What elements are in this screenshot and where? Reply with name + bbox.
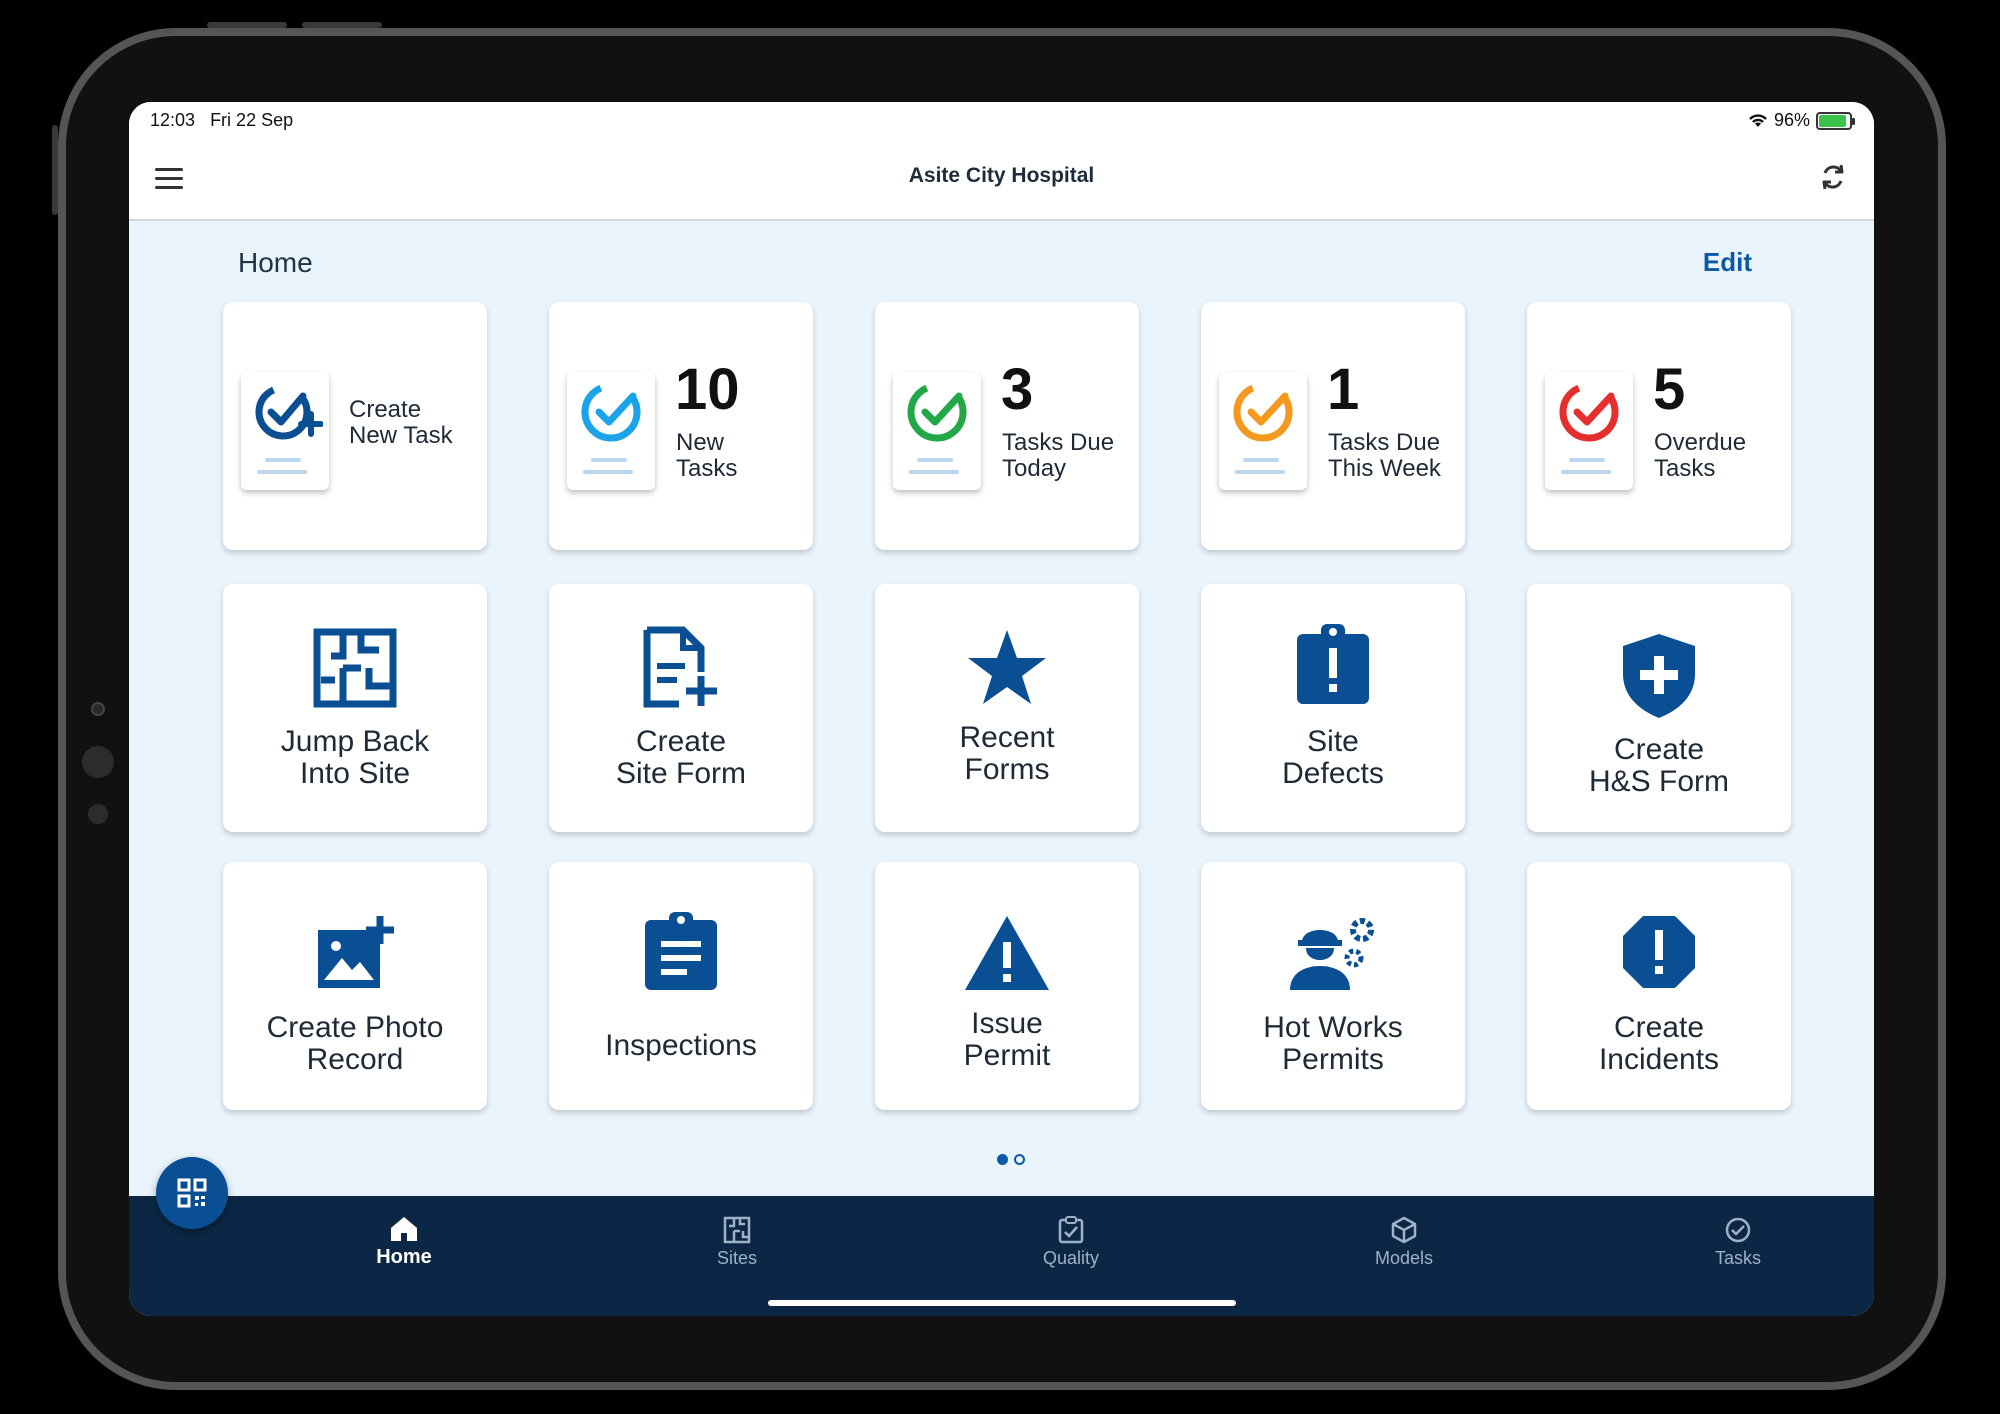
home-icon bbox=[391, 1217, 417, 1241]
warning-icon bbox=[965, 916, 1049, 990]
clipboard-list-icon bbox=[645, 912, 717, 990]
recent-forms-tile[interactable]: Recent Forms bbox=[875, 584, 1139, 832]
inspections-tile[interactable]: Inspections bbox=[549, 862, 813, 1110]
check-circle-icon bbox=[1725, 1217, 1751, 1243]
floorplan-icon bbox=[313, 628, 397, 708]
form-add-icon bbox=[643, 626, 717, 708]
site-defects-tile[interactable]: Site Defects bbox=[1201, 584, 1465, 832]
nav-models[interactable]: Models bbox=[1304, 1196, 1504, 1286]
edit-button[interactable]: Edit bbox=[1703, 247, 1752, 278]
tile-label: Site Defects bbox=[1282, 725, 1384, 790]
nav-label: Home bbox=[376, 1246, 432, 1268]
tile-label: Hot Works Permits bbox=[1263, 1011, 1403, 1076]
sync-icon[interactable] bbox=[1816, 160, 1850, 194]
octagon-alert-icon bbox=[1623, 916, 1695, 988]
tasks-due-this-week-tile[interactable]: 1 Tasks Due This Week bbox=[1201, 302, 1465, 550]
tile-label: Create Site Form bbox=[615, 725, 747, 790]
page-indicator[interactable] bbox=[997, 1154, 1025, 1165]
qr-code-icon bbox=[177, 1178, 207, 1208]
tile-label: Create Photo Record bbox=[266, 1011, 444, 1076]
battery-icon bbox=[1816, 111, 1855, 130]
check-circle-icon bbox=[1233, 382, 1293, 442]
check-circle-icon bbox=[581, 382, 641, 442]
status-indicators: 96% bbox=[1748, 110, 1855, 131]
battery-percent: 96% bbox=[1773, 110, 1810, 130]
tasks-due-today-tile[interactable]: 3 Tasks Due Today bbox=[875, 302, 1139, 550]
clipboard-check-icon bbox=[1058, 1216, 1084, 1244]
task-card bbox=[1219, 372, 1307, 490]
tile-label: Inspections bbox=[605, 1029, 757, 1062]
task-count: 10 bbox=[675, 357, 740, 422]
task-count: 3 bbox=[1001, 357, 1034, 422]
issue-permit-tile[interactable]: Issue Permit bbox=[875, 862, 1139, 1110]
wifi-icon bbox=[1749, 113, 1767, 127]
qr-scan-button[interactable] bbox=[156, 1157, 228, 1229]
tile-label: Jump Back Into Site bbox=[280, 725, 430, 790]
floorplan-icon bbox=[723, 1216, 751, 1244]
task-card bbox=[893, 372, 981, 490]
shield-plus-icon bbox=[1623, 634, 1695, 718]
star-icon bbox=[968, 630, 1046, 704]
task-card bbox=[567, 372, 655, 490]
camera-lens bbox=[82, 746, 114, 778]
nav-label: Quality bbox=[1042, 1248, 1100, 1268]
tile-label: Tasks Due Today bbox=[1002, 429, 1115, 482]
nav-sites[interactable]: Sites bbox=[637, 1196, 837, 1286]
nav-label: Sites bbox=[716, 1248, 758, 1268]
tile-label: New Tasks bbox=[676, 429, 738, 482]
cube-icon bbox=[1391, 1216, 1417, 1244]
nav-home[interactable]: Home bbox=[304, 1196, 504, 1286]
tile-label: Create New Task bbox=[349, 396, 453, 449]
page-title: Home bbox=[238, 247, 313, 278]
task-count: 1 bbox=[1327, 357, 1360, 422]
create-photo-record-tile[interactable]: Create Photo Record bbox=[223, 862, 487, 1110]
app-title: Asite City Hospital bbox=[908, 164, 1095, 187]
status-time: 12:03 Fri 22 Sep bbox=[150, 110, 294, 130]
nav-label: Models bbox=[1374, 1248, 1434, 1268]
camera-lens bbox=[88, 804, 108, 824]
check-add-icon bbox=[255, 384, 323, 440]
tile-label: Recent Forms bbox=[959, 721, 1055, 786]
page-dot[interactable] bbox=[1014, 1154, 1025, 1165]
create-hs-form-tile[interactable]: Create H&S Form bbox=[1527, 584, 1791, 832]
hot-works-permits-tile[interactable]: Hot Works Permits bbox=[1201, 862, 1465, 1110]
bottom-nav: Home Sites Quality Models Tasks bbox=[129, 1196, 1874, 1316]
home-indicator[interactable] bbox=[768, 1300, 1236, 1306]
page-dot[interactable] bbox=[997, 1154, 1008, 1165]
task-card bbox=[241, 372, 329, 490]
nav-tasks[interactable]: Tasks bbox=[1638, 1196, 1838, 1286]
task-count: 5 bbox=[1653, 357, 1686, 422]
tile-label: Create Incidents bbox=[1598, 1011, 1720, 1076]
worker-gears-icon bbox=[1290, 918, 1374, 990]
overdue-tasks-tile[interactable]: 5 Overdue Tasks bbox=[1527, 302, 1791, 550]
tile-label: Overdue Tasks bbox=[1654, 429, 1747, 482]
check-circle-icon bbox=[907, 382, 967, 442]
task-card bbox=[1545, 372, 1633, 490]
nav-quality[interactable]: Quality bbox=[971, 1196, 1171, 1286]
tile-label: Create H&S Form bbox=[1588, 733, 1729, 798]
jump-back-into-site-tile[interactable]: Jump Back Into Site bbox=[223, 584, 487, 832]
check-circle-icon bbox=[1559, 382, 1619, 442]
screen: 12:03 Fri 22 Sep 96% Asite City Hospital… bbox=[129, 102, 1874, 1316]
camera-lens bbox=[91, 702, 105, 716]
create-incidents-tile[interactable]: Create Incidents bbox=[1527, 862, 1791, 1110]
new-tasks-tile[interactable]: 10 New Tasks bbox=[549, 302, 813, 550]
nav-label: Tasks bbox=[1714, 1248, 1761, 1268]
tile-label: Tasks Due This Week bbox=[1328, 429, 1441, 482]
tile-grid: Create New Task 10 New Tasks 3 Tasks Due… bbox=[223, 302, 1795, 1114]
clipboard-alert-icon bbox=[1297, 624, 1369, 704]
create-site-form-tile[interactable]: Create Site Form bbox=[549, 584, 813, 832]
create-new-task-tile[interactable]: Create New Task bbox=[223, 302, 487, 550]
photo-add-icon bbox=[318, 916, 394, 988]
app-bar: 12:03 Fri 22 Sep 96% Asite City Hospital bbox=[129, 102, 1874, 221]
tile-label: Issue Permit bbox=[963, 1007, 1051, 1072]
